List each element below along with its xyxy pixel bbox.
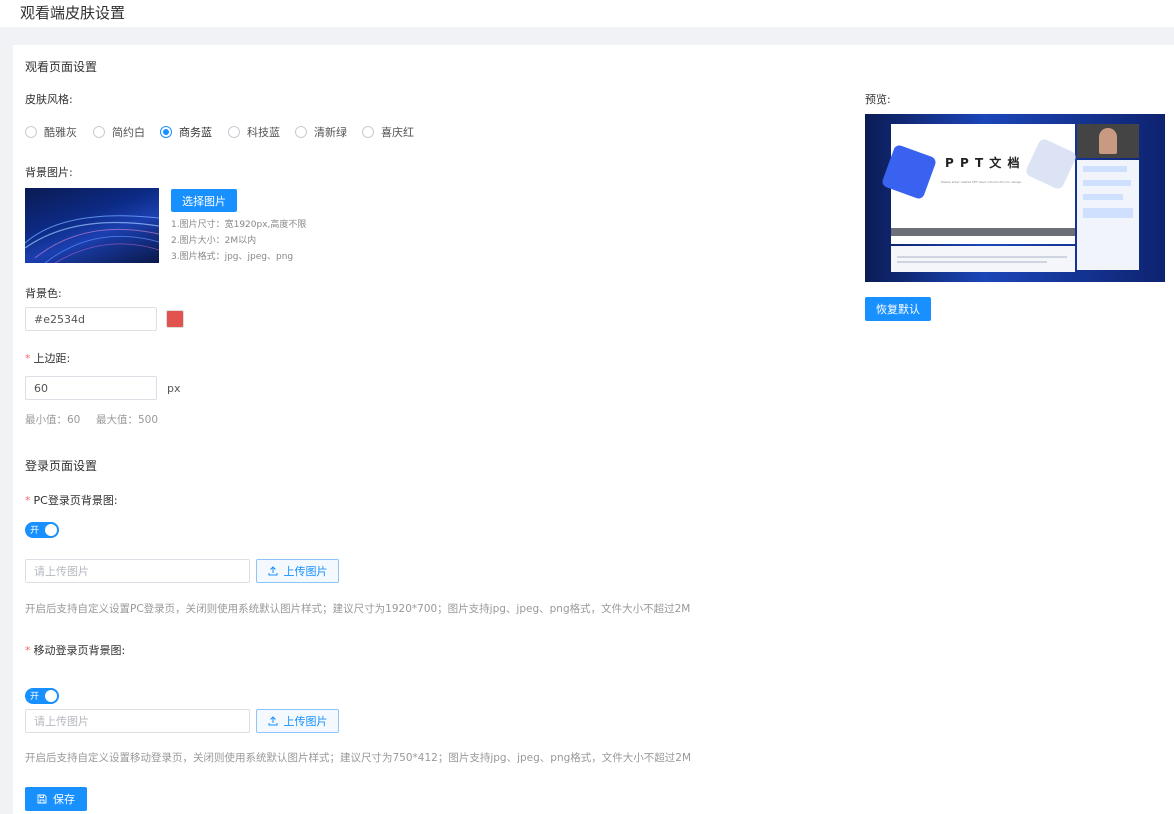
skin-radio-label: 酷雅灰 [44,126,77,139]
upload-icon [268,716,277,726]
preview-slide-title: P P T 文 档 [945,156,1021,170]
skin-radio-5[interactable]: 喜庆红 [362,124,414,140]
skin-radio-3[interactable]: 科技蓝 [228,124,280,140]
mobile-upload-label: 上传图片 [283,715,328,728]
watch-section-title: 观看页面设置 [25,60,98,74]
toggle-text: 开 [30,692,40,702]
pc-login-label-row: * PC登录页背景图: [25,492,118,508]
pc-login-label: PC登录页背景图: [33,494,118,507]
mobile-login-image-input[interactable]: 请上传图片 [25,709,250,733]
image-hints: 1.图片尺寸：宽1920px,高度不限 2.图片大小：2M以内 3.图片格式：j… [171,217,306,265]
skin-radio-4[interactable]: 清新绿 [295,124,347,140]
preview-chat-msg [1083,194,1123,200]
pc-login-description: 开启后支持自定义设置PC登录页，关闭则使用系统默认图片样式；建议尺寸为1920*… [25,603,691,615]
top-margin-unit: px [167,382,181,395]
mobile-login-description: 开启后支持自定义设置移动登录页，关闭则使用系统默认图片样式；建议尺寸为750*4… [25,752,692,764]
mobile-login-label: 移动登录页背景图: [33,644,126,657]
top-margin-label: 上边距: [33,352,71,365]
bg-color-input[interactable]: #e2534d [25,307,157,331]
radio-circle [295,126,307,138]
bg-image-swirl [25,215,159,263]
skin-radio-0[interactable]: 酷雅灰 [25,124,77,140]
radio-circle-selected [160,126,172,138]
mobile-upload-button[interactable]: 上传图片 [256,709,339,733]
top-margin-label-row: * 上边距: [25,350,70,366]
required-asterisk: * [25,644,31,657]
preview-chat-msg [1083,180,1131,186]
required-asterisk: * [25,352,31,365]
preview-slide-subtitle: Please enter related PPT basic introduct… [941,180,1022,184]
skin-radio-label: 喜庆红 [381,126,414,139]
preview-desc-line [897,256,1067,258]
skin-radio-label: 清新绿 [314,126,347,139]
page-header: 观看端皮肤设置 [0,0,1174,27]
bg-image-label: 背景图片: [25,166,73,179]
max-value-text: 最大值：500 [96,414,159,426]
preview-slide: P P T 文 档 Please enter related PPT basic… [880,124,1078,244]
save-button[interactable]: 保存 [25,787,87,811]
save-icon [37,794,47,804]
skin-radio-label: 简约白 [112,126,145,139]
skin-radio-2[interactable]: 商务蓝 [160,124,212,140]
pc-upload-button[interactable]: 上传图片 [256,559,339,583]
restore-default-button[interactable]: 恢复默认 [865,297,931,321]
preview-slide-shape [880,143,938,201]
image-hint-format: 3.图片格式：jpg、jpeg、png [171,252,294,262]
image-hint-size: 1.图片尺寸：宽1920px,高度不限 [171,220,307,230]
preview-chat-msg [1083,166,1127,172]
preview-desc-line [897,261,1047,263]
save-label: 保存 [53,793,75,806]
radio-circle [93,126,105,138]
login-section-title: 登录页面设置 [25,459,98,473]
bg-color-swatch[interactable] [166,310,184,328]
toggle-knob [45,524,57,536]
choose-image-button[interactable]: 选择图片 [171,189,237,212]
preview-label: 预览: [865,93,891,106]
preview-description-area [891,246,1075,272]
skin-radio-1[interactable]: 简约白 [93,124,145,140]
toggle-text: 开 [30,526,40,536]
min-value-text: 最小值：60 [25,414,81,426]
toggle-knob [45,690,57,702]
pc-login-image-input[interactable]: 请上传图片 [25,559,250,583]
radio-circle [362,126,374,138]
preview-chat-msg [1083,208,1133,218]
settings-card: 观看页面设置 皮肤风格: 酷雅灰 简约白 商务蓝 科技蓝 清新绿 喜庆红 背景图… [13,45,1174,814]
top-margin-input[interactable]: 60 [25,376,157,400]
image-hint-filesize: 2.图片大小：2M以内 [171,236,257,246]
preview-image: P P T 文 档 Please enter related PPT basic… [865,114,1165,282]
bg-image-thumbnail [25,188,159,263]
skin-radio-label: 科技蓝 [247,126,280,139]
preview-presenter [1099,128,1117,154]
radio-circle [228,126,240,138]
preview-chat-panel [1077,160,1139,270]
mobile-login-toggle[interactable]: 开 [25,688,59,704]
page-title: 观看端皮肤设置 [20,4,126,22]
pc-login-toggle[interactable]: 开 [25,522,59,538]
upload-icon [268,566,277,576]
pc-upload-label: 上传图片 [283,565,328,578]
skin-style-label: 皮肤风格: [25,93,73,106]
preview-video-thumb [1077,124,1139,158]
radio-circle [25,126,37,138]
required-asterisk: * [25,494,31,507]
skin-radio-label: 商务蓝 [179,126,212,139]
bg-color-label: 背景色: [25,287,62,300]
preview-player-bar [891,228,1075,236]
mobile-login-label-row: * 移动登录页背景图: [25,642,125,658]
